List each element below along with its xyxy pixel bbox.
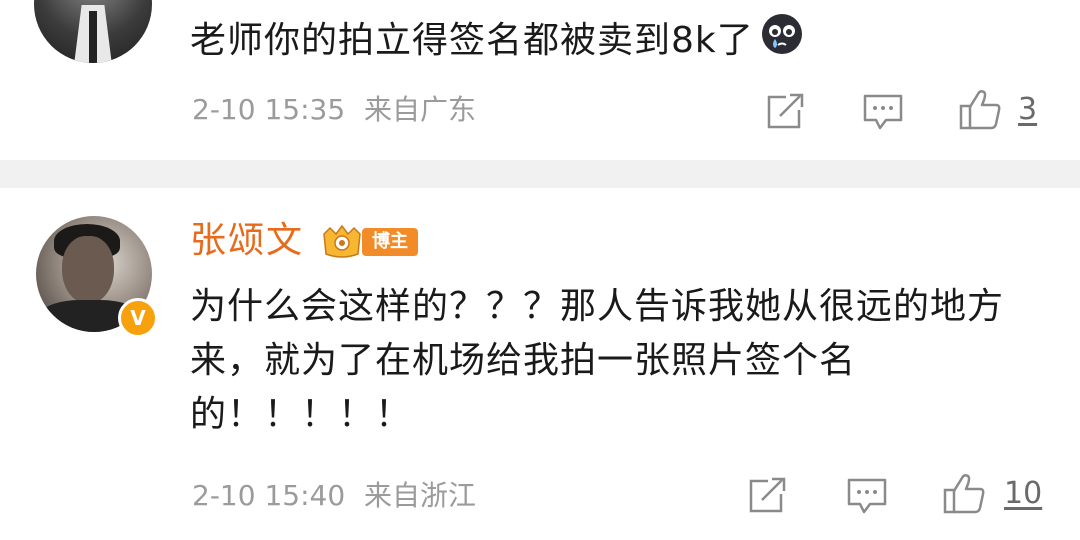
comment-time: 2-10 15:35: [192, 93, 346, 126]
avatar-face: [62, 236, 114, 304]
share-icon[interactable]: [748, 476, 788, 518]
like-icon[interactable]: [942, 472, 988, 520]
blogger-badge: 博主: [318, 224, 422, 260]
comment-username[interactable]: 张颂文: [190, 218, 304, 264]
comment-icon[interactable]: [862, 92, 904, 136]
crying-emoji-icon: [760, 12, 804, 72]
comment-text: 老师你的拍立得签名都被卖到8k了: [190, 12, 804, 72]
crown-crest-icon: [318, 224, 366, 264]
comment-icon[interactable]: [846, 476, 888, 520]
blogger-label: 博主: [362, 228, 418, 256]
like-count[interactable]: 10: [1004, 474, 1042, 514]
avatar-tie: [89, 11, 97, 63]
comment-item: V 张颂文 博主 为什么会这样的？？？那人告诉我她从很远的地方来，就为了在机场给…: [0, 188, 1080, 540]
comment-divider: [0, 160, 1080, 188]
like-count[interactable]: 3: [1018, 90, 1037, 130]
comment-time: 2-10 15:40: [192, 479, 346, 512]
share-icon[interactable]: [766, 92, 806, 134]
comment-location: 来自广东: [364, 93, 477, 126]
comment-meta: 2-10 15:35 来自广东: [192, 90, 476, 130]
comment-text: 为什么会这样的？？？那人告诉我她从很远的地方来，就为了在机场给我拍一张照片签个名…: [190, 286, 1005, 435]
verified-badge: V: [118, 298, 158, 338]
commenter-avatar[interactable]: [34, 0, 152, 63]
comment-text-content: 老师你的拍立得签名都被卖到8k了: [190, 20, 754, 61]
like-icon[interactable]: [958, 88, 1004, 136]
comment-meta: 2-10 15:40 来自浙江: [192, 476, 476, 516]
comment-item: 老师你的拍立得签名都被卖到8k了 2-10 15:35 来自广东 3: [0, 0, 1080, 160]
comment-location: 来自浙江: [364, 479, 477, 512]
